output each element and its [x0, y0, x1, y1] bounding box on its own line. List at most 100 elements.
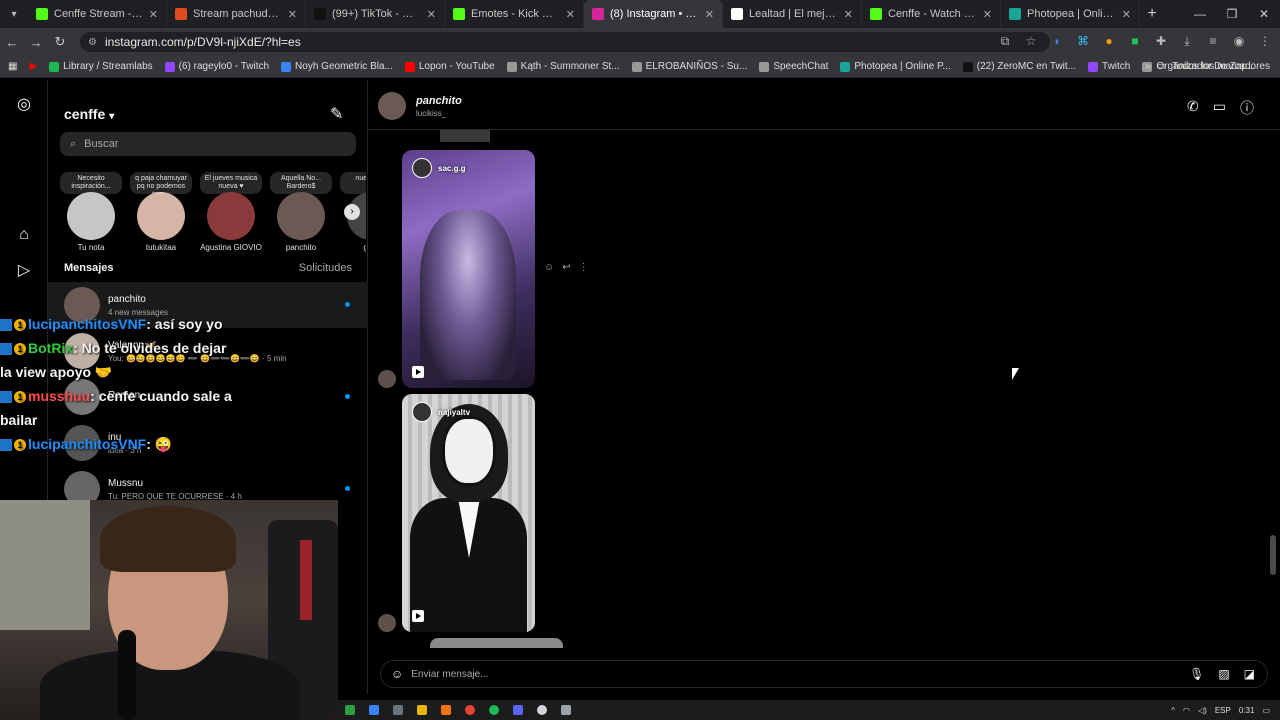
bookmark-item[interactable]: Lopon - YouTube [404, 61, 495, 72]
taskbar-app[interactable] [458, 700, 482, 720]
tab-messages[interactable]: Mensajes [64, 262, 114, 274]
bookmark-item[interactable]: (22) ZeroMC en Twit... [962, 61, 1076, 72]
chat-message: 1 lucipanchitosVNF: así soy yo [0, 312, 240, 336]
bookmark-star-icon[interactable]: ☆ [1024, 34, 1038, 48]
wifi-icon[interactable]: ◠ [1183, 706, 1190, 715]
close-tab-icon[interactable]: ✕ [705, 8, 714, 21]
browser-tab[interactable]: Photopea | Online Photo ✕ [1001, 0, 1140, 28]
bookmark-item[interactable]: Photopea | Online P... [840, 61, 951, 72]
note-item[interactable]: El jueves musica nueva ♥ Agustina GIOVIO [200, 172, 262, 252]
shared-reel[interactable]: najiyaltv [402, 394, 535, 632]
bookmark-item[interactable]: Kąth - Summoner St... [506, 61, 620, 72]
media-icon[interactable]: ≡ [1206, 34, 1220, 48]
chevron-right-icon[interactable]: › [344, 204, 360, 220]
reply-icon[interactable]: ↩ [562, 262, 570, 273]
url-field[interactable]: ⚙ instagram.com/p/DV9l-njiXdE/?hl=es [80, 32, 1050, 52]
note-item[interactable]: q paja chamuyar pq no podemos tom... tutu… [130, 172, 192, 252]
emoji-react-icon[interactable]: ☺ [544, 262, 554, 273]
extension-icon[interactable]: ◗ [1050, 34, 1064, 48]
taskbar-app[interactable] [386, 700, 410, 720]
compose-icon[interactable]: ✎ [330, 104, 343, 124]
chevron-up-icon[interactable]: ^ [1171, 706, 1175, 715]
taskbar-app[interactable] [362, 700, 386, 720]
browser-tab[interactable]: (8) Instagram • Mens ✕ [584, 0, 723, 28]
close-icon[interactable]: ✕ [1248, 0, 1280, 28]
maximize-icon[interactable]: ❐ [1216, 0, 1248, 28]
close-tab-icon[interactable]: ✕ [983, 8, 992, 21]
profile-avatar-icon[interactable]: ◉ [1232, 34, 1246, 48]
forward-icon[interactable]: → [24, 35, 48, 50]
download-icon[interactable]: ⤓ [1180, 34, 1194, 48]
note-item[interactable]: Aquella No... Bardero$ panchito [270, 172, 332, 252]
tab-search-icon[interactable]: ▾ [0, 9, 28, 20]
home-icon[interactable]: ⌂ [15, 226, 33, 244]
browser-tab[interactable]: (99+) TikTok - Make Your ✕ [306, 0, 445, 28]
taskbar-app[interactable] [338, 700, 362, 720]
message-input[interactable]: ☺ Enviar mensaje... 🎙 ▨ ◪ [380, 660, 1268, 688]
close-tab-icon[interactable]: ✕ [1122, 8, 1131, 21]
bookmark-item[interactable]: SpeechChat [759, 61, 828, 72]
extension-icon[interactable]: ■ [1128, 34, 1142, 48]
note-item[interactable]: Necesito inspiración... Tu nota [60, 172, 122, 252]
menu-icon[interactable]: ⋮ [1258, 34, 1272, 48]
account-switcher[interactable]: cenffe ▾ [64, 106, 114, 122]
all-bookmarks-label[interactable]: Todos los marcadores [1172, 61, 1270, 72]
chevron-right-icon[interactable]: » [1145, 61, 1151, 72]
microphone-icon[interactable]: 🎙 [1189, 667, 1204, 681]
taskbar-app[interactable] [506, 700, 530, 720]
search-input[interactable]: ⌕ Buscar [60, 132, 356, 156]
bookmark-item[interactable]: Library / Streamlabs [49, 61, 153, 72]
language-indicator[interactable]: ESP [1215, 706, 1231, 715]
site-info-icon[interactable]: ⚙ [88, 37, 97, 48]
bookmark-item[interactable]: Noyh Geometric Bla... [281, 61, 393, 72]
browser-tab[interactable]: Emotes - Kick Dashboard ✕ [445, 0, 584, 28]
close-tab-icon[interactable]: ✕ [149, 8, 158, 21]
minimize-icon[interactable]: — [1184, 0, 1216, 28]
youtube-icon[interactable]: ▶ [29, 61, 37, 72]
scrollbar-thumb[interactable] [1270, 535, 1276, 575]
puzzle-icon[interactable]: ✚ [1154, 34, 1168, 48]
browser-tab[interactable]: Cenffe - Watch clips on K ✕ [862, 0, 1001, 28]
browser-tab[interactable]: Stream pachudani music ✕ [167, 0, 306, 28]
shared-reel[interactable]: sac.g.g [402, 150, 535, 388]
reload-icon[interactable]: ↻ [48, 34, 72, 50]
phone-icon[interactable]: ✆ [1187, 98, 1199, 118]
reels-icon[interactable]: ▷ [15, 262, 33, 280]
taskbar-app[interactable] [530, 700, 554, 720]
emoji-icon[interactable]: ☺ [391, 667, 403, 681]
notification-icon[interactable]: ▭ [1262, 706, 1270, 715]
bookmark-item[interactable]: Twitch [1088, 61, 1130, 72]
volume-icon[interactable]: ◁) [1198, 706, 1207, 715]
tab-requests[interactable]: Solicitudes [299, 262, 352, 274]
close-tab-icon[interactable]: ✕ [566, 8, 575, 21]
taskbar-app[interactable] [554, 700, 578, 720]
browser-tab[interactable]: Lealtad | El mejor softwar ✕ [723, 0, 862, 28]
instagram-logo-icon[interactable]: ◎ [15, 96, 33, 114]
more-icon[interactable]: ⋮ [579, 262, 589, 273]
scrollbar[interactable] [1270, 135, 1276, 675]
taskbar-app[interactable] [434, 700, 458, 720]
close-tab-icon[interactable]: ✕ [844, 8, 853, 21]
new-tab-button[interactable]: + [1140, 5, 1164, 23]
image-icon[interactable]: ▨ [1218, 667, 1229, 681]
folder-icon[interactable]: ▭ [1157, 61, 1166, 72]
taskbar-app[interactable] [410, 700, 434, 720]
extension-icon[interactable]: ● [1102, 34, 1116, 48]
sticker-icon[interactable]: ◪ [1244, 667, 1255, 681]
thread-name[interactable]: panchito [416, 95, 462, 107]
install-icon[interactable]: ⧉ [998, 34, 1012, 48]
video-icon[interactable]: ▭ [1213, 98, 1226, 118]
avatar[interactable] [378, 92, 406, 120]
info-icon[interactable]: ⓘ [1240, 98, 1254, 118]
close-tab-icon[interactable]: ✕ [288, 8, 297, 21]
taskbar-app[interactable] [482, 700, 506, 720]
browser-tab[interactable]: Cenffe Stream - Watch Li ✕ [28, 0, 167, 28]
extension-icon[interactable]: ⌘ [1076, 34, 1090, 48]
bookmark-item[interactable]: (6) rageylo0 - Twitch [164, 61, 269, 72]
thread-actions: ✆ ▭ ⓘ [1187, 98, 1254, 118]
clock[interactable]: 0:31 [1239, 706, 1255, 715]
bookmark-item[interactable]: ELROBANIÑOS - Su... [631, 61, 747, 72]
back-icon[interactable]: ← [0, 35, 24, 50]
close-tab-icon[interactable]: ✕ [427, 8, 436, 21]
apps-icon[interactable]: ▦ [8, 61, 17, 72]
